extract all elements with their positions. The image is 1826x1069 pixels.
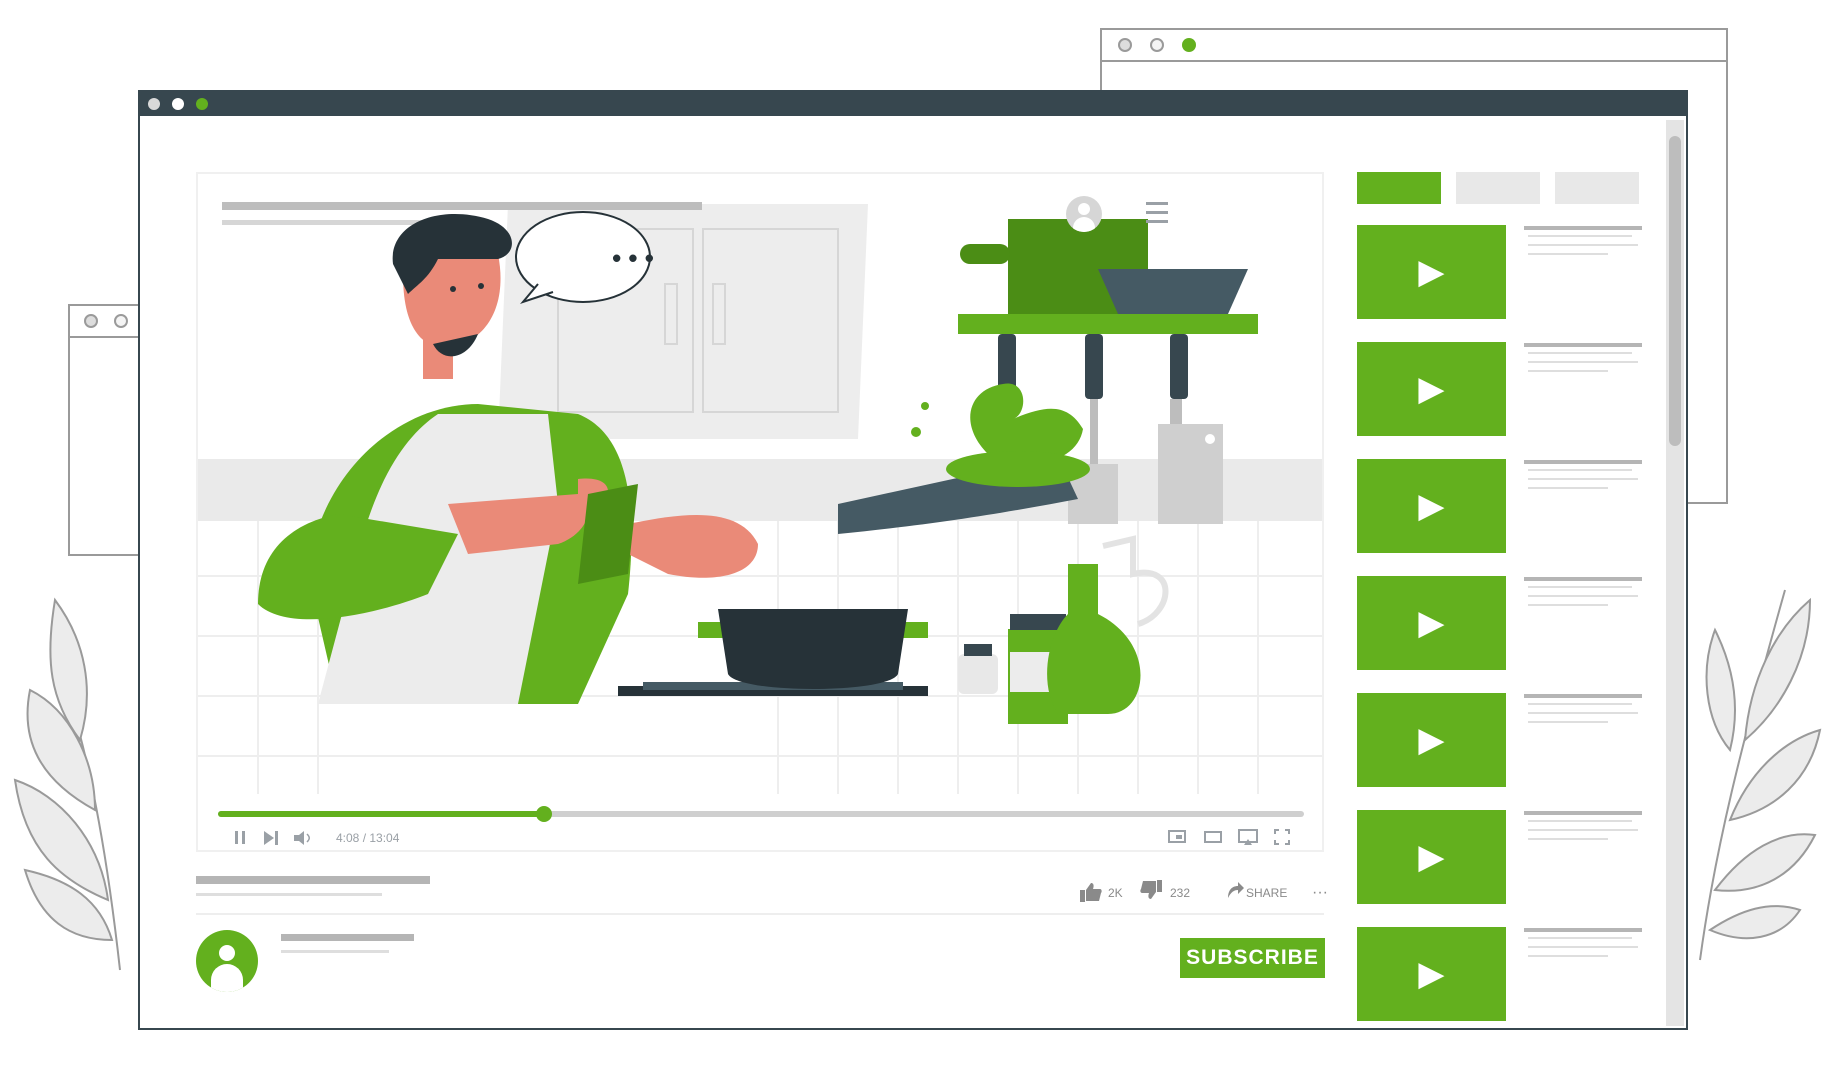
play-icon: ▶ [1418,369,1445,409]
window-titlebar [140,92,1686,116]
share-button[interactable]: SHARE [1226,880,1316,904]
video-subtitle-placeholder [196,893,382,896]
likes-count: 2K [1108,886,1123,900]
video-time: 4:08 / 13:04 [336,831,400,845]
pause-icon[interactable] [235,831,245,844]
sidebar-video-thumbnail[interactable]: ▶ [1357,927,1506,1021]
sidebar-video-thumbnail[interactable]: ▶ [1357,810,1506,904]
sidebar-video-meta-placeholder [1524,928,1642,932]
cast-icon[interactable] [1238,829,1258,848]
window-dot [1182,38,1196,52]
sidebar-video-meta-placeholder [1524,694,1642,698]
window-close-dot[interactable] [148,98,160,110]
dislikes-count: 232 [1170,886,1191,900]
scrollbar-thumb[interactable] [1669,136,1681,446]
volume-icon[interactable] [294,831,314,848]
sidebar-video-meta-placeholder [1524,460,1642,464]
sidebar-video-meta-placeholder [1528,937,1632,939]
sidebar-video-thumbnail[interactable]: ▶ [1357,342,1506,436]
more-options-button[interactable]: ··· [1312,884,1328,902]
sidebar-video-meta-placeholder [1528,955,1608,957]
sidebar-video-meta-placeholder [1528,478,1638,480]
play-icon: ▶ [1418,486,1445,526]
window-dot [1118,38,1132,52]
sidebar-tab-active[interactable] [1357,172,1441,204]
play-icon: ▶ [1418,954,1445,994]
share-label: SHARE [1246,886,1288,900]
next-icon[interactable] [264,831,280,848]
sidebar-video-meta-placeholder [1524,226,1642,230]
sidebar-video-meta-placeholder [1528,712,1638,714]
video-title-placeholder [196,876,430,884]
sidebar-video-meta-placeholder [1528,604,1608,606]
window-minimize-dot[interactable] [172,98,184,110]
sidebar-video-meta-placeholder [1528,352,1632,354]
channel-subs-placeholder [281,950,389,953]
play-icon: ▶ [1418,603,1445,643]
sidebar-video-meta-placeholder [1528,253,1608,255]
scrollbar-track[interactable] [1666,120,1684,1026]
sidebar-video-meta-placeholder [1524,577,1642,581]
sidebar-video-meta-placeholder [1528,469,1632,471]
sidebar-video-meta-placeholder [1528,487,1608,489]
sidebar-video-thumbnail[interactable]: ▶ [1357,693,1506,787]
decorative-leaves-left [13,597,121,971]
progress-handle[interactable] [535,806,552,822]
progress-fill [218,811,544,817]
share-icon [1228,882,1244,898]
hamburger-icon[interactable] [1146,202,1168,224]
subscribe-button[interactable]: SUBSCRIBE [1180,938,1325,978]
sidebar-video-meta-placeholder [1524,343,1642,347]
sidebar-video-meta-placeholder [1528,244,1638,246]
window-dot [1150,38,1164,52]
sidebar-video-meta-placeholder [1528,586,1632,588]
sidebar-video-meta-placeholder [1528,595,1638,597]
sidebar-video-meta-placeholder [1528,946,1638,948]
user-avatar-icon[interactable] [1066,196,1102,232]
window-dot [84,314,98,328]
sidebar-video-meta-placeholder [1528,361,1638,363]
play-icon: ▶ [1418,837,1445,877]
sidebar-video-meta-placeholder [1524,811,1642,815]
sidebar-video-meta-placeholder [1528,820,1632,822]
decorative-leaves-right [1699,589,1822,961]
thumbs-down-icon [1140,880,1162,899]
play-icon: ▶ [1418,720,1445,760]
speech-bubble-dots: • • • [612,243,654,273]
divider [196,913,1324,915]
sidebar-video-meta-placeholder [1528,829,1638,831]
sidebar-video-meta-placeholder [1528,235,1632,237]
sidebar-tab[interactable] [1456,172,1540,204]
window-dot [114,314,128,328]
sidebar-video-thumbnail[interactable]: ▶ [1357,225,1506,319]
sidebar-video-meta-placeholder [1528,370,1608,372]
sidebar-video-thumbnail[interactable]: ▶ [1357,459,1506,553]
sidebar-video-meta-placeholder [1528,721,1608,723]
sidebar-tab[interactable] [1555,172,1639,204]
miniplayer-icon[interactable] [1168,830,1186,843]
sidebar-video-thumbnail[interactable]: ▶ [1357,576,1506,670]
sidebar-video-meta-placeholder [1528,838,1608,840]
thumbs-up-icon [1080,883,1102,902]
sidebar-video-meta-placeholder [1528,703,1632,705]
cooking-scene [198,174,1322,850]
window-maximize-dot[interactable] [196,98,208,110]
channel-avatar[interactable] [196,930,258,992]
dislike-button[interactable]: 232 [1140,880,1220,904]
video-player[interactable]: • • • 4:08 / 13:04 [196,172,1324,852]
fullscreen-icon[interactable] [1274,829,1290,848]
play-icon: ▶ [1418,252,1445,292]
progress-track[interactable] [218,806,1304,822]
theater-icon[interactable] [1204,831,1222,843]
channel-name-placeholder [281,934,414,941]
